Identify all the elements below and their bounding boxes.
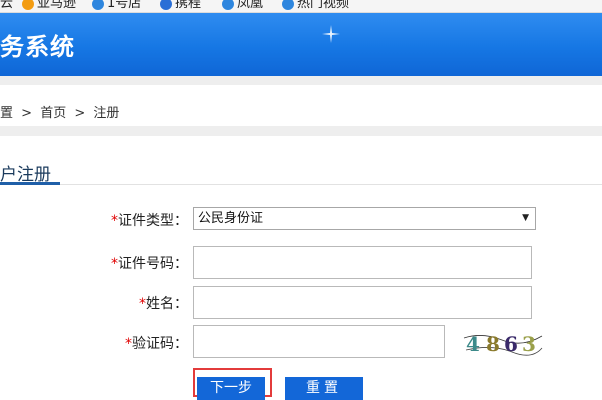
- id-type-selected: 公民身份证: [198, 211, 264, 226]
- bookmark-item[interactable]: 热门视频: [282, 0, 349, 11]
- captcha-input[interactable]: [193, 325, 445, 358]
- name-label: *姓名：: [139, 293, 188, 313]
- sparkle-icon: [322, 25, 340, 43]
- reset-button[interactable]: 重置: [285, 377, 363, 400]
- bookmark-item[interactable]: 亚马逊: [22, 0, 76, 11]
- captcha-label: *验证码：: [125, 333, 188, 353]
- breadcrumb-location: 置: [0, 106, 14, 121]
- name-input[interactable]: [193, 286, 532, 319]
- breadcrumb-current: 注册: [93, 106, 120, 121]
- site-title: 务系统: [0, 33, 75, 61]
- id-type-select[interactable]: 公民身份证 ▼: [193, 207, 536, 230]
- required-mark: *: [111, 256, 118, 272]
- captcha-char: 4: [466, 332, 480, 356]
- next-step-button[interactable]: 下一步: [197, 377, 265, 400]
- bookmark-item[interactable]: 云: [0, 0, 13, 11]
- breadcrumb-separator: >: [21, 106, 33, 121]
- bookmark-label: 凤凰: [237, 0, 264, 11]
- divider: [0, 76, 602, 85]
- site-banner: 务系统: [0, 13, 602, 76]
- bookmark-item[interactable]: 1号店: [92, 0, 141, 11]
- bookmark-label: 携程: [175, 0, 202, 11]
- id-number-label-text: 证件号码：: [118, 256, 188, 272]
- divider: [0, 126, 602, 136]
- required-mark: *: [111, 213, 118, 229]
- bookmark-item[interactable]: 携程: [160, 0, 201, 11]
- bookmarks-bar: 云 亚马逊 1号店 携程 凤凰 热门视频: [0, 0, 602, 13]
- dropdown-arrow-icon: ▼: [522, 213, 529, 223]
- breadcrumb-separator: >: [74, 106, 86, 121]
- required-mark: *: [125, 336, 132, 352]
- shop-icon: [92, 0, 104, 10]
- ifeng-icon: [222, 0, 234, 10]
- ctrip-icon: [160, 0, 172, 10]
- section-divider: [0, 184, 602, 185]
- captcha-char: 3: [522, 332, 536, 356]
- bookmark-item[interactable]: 凤凰: [222, 0, 263, 11]
- section-underline: [0, 182, 60, 185]
- id-type-label: *证件类型：: [111, 210, 188, 230]
- id-number-input[interactable]: [193, 246, 532, 279]
- bookmark-label: 亚马逊: [37, 0, 77, 11]
- captcha-char: 8: [486, 332, 500, 356]
- breadcrumb-home-link[interactable]: 首页: [40, 102, 66, 121]
- captcha-image[interactable]: 4 8 6 3: [462, 330, 544, 356]
- id-type-label-text: 证件类型：: [118, 213, 188, 229]
- amazon-icon: [22, 0, 34, 10]
- bookmark-label: 热门视频: [297, 0, 350, 11]
- breadcrumb: 置 > 首页 > 注册: [0, 102, 119, 121]
- captcha-char: 6: [504, 332, 518, 356]
- video-icon: [282, 0, 294, 10]
- captcha-label-text: 验证码：: [132, 336, 188, 352]
- required-mark: *: [139, 296, 146, 312]
- bookmark-label: 云: [0, 0, 14, 11]
- bookmark-label: 1号店: [107, 0, 142, 11]
- name-label-text: 姓名：: [146, 296, 188, 312]
- id-number-label: *证件号码：: [111, 253, 188, 273]
